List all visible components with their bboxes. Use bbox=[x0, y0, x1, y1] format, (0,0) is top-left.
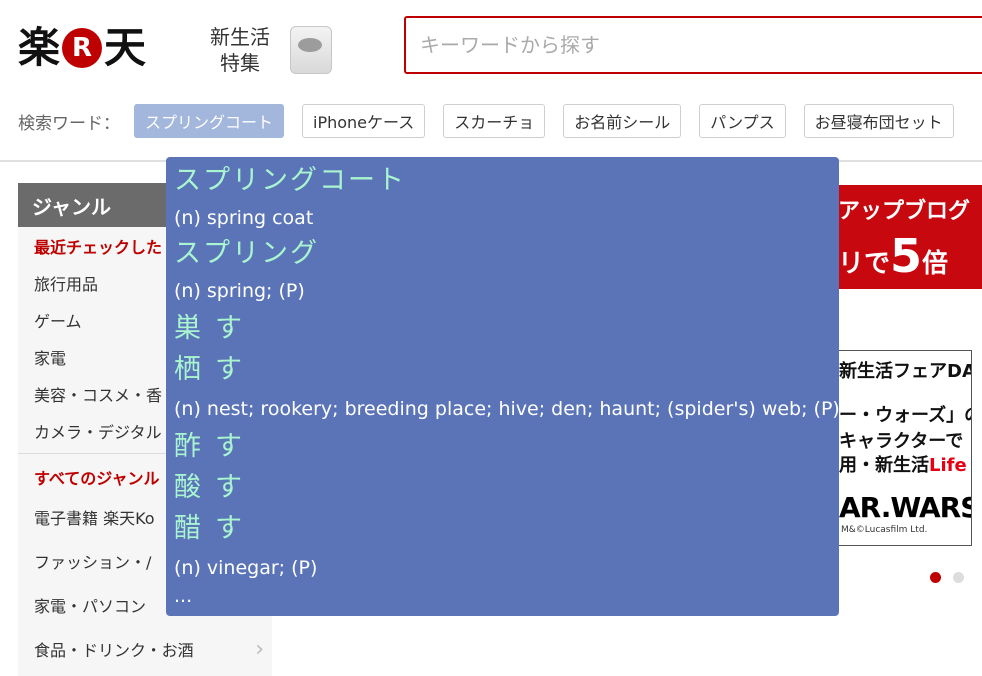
sidebar-item-food[interactable]: 食品・ドリンク・お酒 › bbox=[18, 627, 272, 671]
new-life-promo[interactable]: 新生活 特集 bbox=[210, 24, 332, 76]
popup-word-7: 醋す bbox=[174, 513, 256, 544]
popup-word-3: 巣す bbox=[174, 313, 256, 344]
rakuten-logo[interactable]: 楽 R 天 bbox=[18, 22, 146, 74]
banner2-line4-pre: 用・新生活 bbox=[839, 455, 929, 476]
banner2-line4-red: Life bbox=[929, 455, 967, 476]
banner2-line2: ー・ウォーズ」の bbox=[839, 405, 972, 426]
popup-gloss-2: (n) spring; (P) bbox=[174, 280, 305, 302]
sidebar-item-food-label: 食品・ドリンク・お酒 bbox=[34, 641, 194, 660]
site-header: 楽 R 天 新生活 特集 検索ワード： スプリングコート iPhoneケース ス… bbox=[0, 0, 982, 162]
banner1-line2-post: 倍 bbox=[922, 249, 949, 279]
promo-line2: 特集 bbox=[220, 51, 260, 75]
carousel-dot-1[interactable] bbox=[930, 572, 941, 583]
banner1-multiplier: 5 bbox=[890, 229, 923, 283]
logo-r-mark: R bbox=[62, 28, 103, 68]
banner2-copyright: M&©Lucasfilm Ltd. bbox=[841, 525, 928, 535]
popup-gloss-1: (n) spring coat bbox=[174, 207, 314, 229]
keyword-tag-iphone-case[interactable]: iPhoneケース bbox=[302, 104, 426, 138]
keywords-label: 検索ワード： bbox=[18, 113, 120, 134]
starwars-fair-banner[interactable]: 新生活フェアDAY ー・ウォーズ」の キャラクターで 用・新生活Life AR.… bbox=[838, 350, 972, 546]
popup-more: ... bbox=[174, 585, 193, 607]
keyword-tag-pumps[interactable]: パンプス bbox=[699, 104, 786, 138]
banner1-line2: リで5倍 bbox=[838, 229, 948, 283]
search-box[interactable] bbox=[404, 16, 982, 74]
keyword-tag-name-sticker[interactable]: お名前シール bbox=[563, 104, 682, 138]
starwars-logo: AR.WARS bbox=[839, 491, 972, 524]
popup-gloss-4: (n) nest; rookery; breeding place; hive;… bbox=[174, 398, 839, 420]
chevron-right-icon: › bbox=[255, 636, 264, 662]
search-keywords: 検索ワード： スプリングコート iPhoneケース スカーチョ お名前シール パ… bbox=[18, 104, 972, 138]
banner2-line3: キャラクターで bbox=[839, 431, 964, 452]
promo-line1: 新生活 bbox=[210, 25, 270, 49]
popup-word-2: スプリング bbox=[174, 238, 319, 269]
keyword-tag-spring-coat[interactable]: スプリングコート bbox=[134, 104, 285, 138]
banner2-line4: 用・新生活Life bbox=[839, 451, 967, 477]
banner1-line2-pre: リで bbox=[838, 249, 891, 279]
banner1-line1: アップブログ bbox=[838, 199, 971, 224]
dictionary-popup: スプリングコート (n) spring coat スプリング (n) sprin… bbox=[166, 157, 839, 616]
popup-word-4: 栖す bbox=[174, 354, 256, 385]
promo-text: 新生活 特集 bbox=[210, 24, 270, 76]
keyword-tag-nap-futon[interactable]: お昼寝布団セット bbox=[803, 104, 954, 138]
popup-word-1: スプリングコート bbox=[174, 165, 406, 196]
app-point-banner[interactable]: アップブログ リで5倍 bbox=[838, 185, 982, 289]
search-input[interactable] bbox=[406, 32, 982, 58]
popup-word-6: 酸す bbox=[174, 472, 256, 503]
carousel-dot-2[interactable] bbox=[953, 572, 964, 583]
banner2-line1: 新生活フェアDAY bbox=[839, 361, 971, 382]
logo-char-left: 楽 bbox=[18, 23, 61, 72]
popup-word-5: 酢す bbox=[174, 431, 256, 462]
popup-gloss-7: (n) vinegar; (P) bbox=[174, 557, 318, 579]
keyword-tag-skacho[interactable]: スカーチョ bbox=[443, 104, 546, 138]
logo-char-right: 天 bbox=[104, 23, 147, 72]
carousel-dots bbox=[930, 572, 976, 583]
washing-machine-icon bbox=[290, 26, 332, 74]
